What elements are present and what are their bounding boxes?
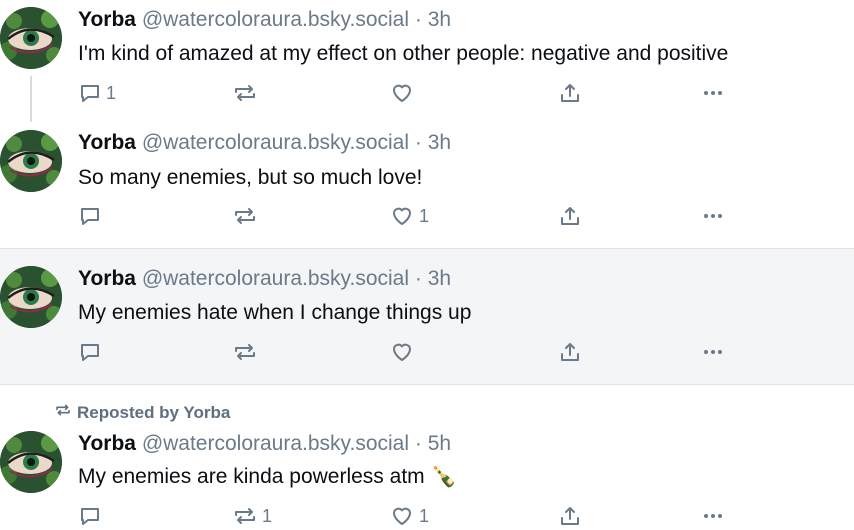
repost-label: Reposted by Yorba	[77, 402, 231, 422]
like-count: 1	[419, 505, 430, 526]
more-options-button[interactable]	[700, 338, 726, 366]
more-options-button[interactable]	[700, 79, 726, 107]
share-button[interactable]	[558, 79, 582, 107]
post-header: Yorba @watercoloraura.bsky.social · 3h	[78, 266, 451, 292]
feed: Yorba @watercoloraura.bsky.social · 3h I…	[0, 0, 854, 526]
share-icon	[558, 504, 582, 528]
share-button[interactable]	[558, 202, 582, 230]
repost-icon	[232, 504, 258, 528]
repost-icon	[232, 204, 258, 228]
repost-indicator[interactable]: Reposted by Yorba	[54, 402, 230, 423]
share-icon	[558, 204, 582, 228]
share-icon	[558, 81, 582, 105]
more-icon	[700, 504, 726, 528]
reply-count: 1	[106, 82, 117, 103]
reply-icon	[78, 204, 102, 228]
avatar[interactable]	[0, 431, 62, 493]
more-icon	[700, 204, 726, 228]
post-text: I'm kind of amazed at my effect on other…	[78, 42, 729, 65]
post-actions	[78, 338, 738, 366]
reply-icon	[78, 81, 102, 105]
more-icon	[700, 340, 726, 364]
heart-icon	[389, 204, 415, 228]
repost-button[interactable]	[232, 202, 262, 230]
post-time[interactable]: 3h	[428, 8, 451, 31]
reply-button[interactable]	[78, 202, 106, 230]
reply-button[interactable]: 1	[78, 79, 116, 107]
post[interactable]: Yorba @watercoloraura.bsky.social · 3h I…	[0, 0, 854, 126]
like-button[interactable]	[389, 79, 419, 107]
separator-dot: ·	[414, 8, 422, 31]
share-button[interactable]	[558, 338, 582, 366]
like-button[interactable]: 1	[389, 202, 429, 230]
reply-button[interactable]	[78, 338, 106, 366]
heart-icon	[389, 504, 415, 528]
post-header: Yorba @watercoloraura.bsky.social · 3h	[78, 130, 451, 156]
repost-count: 1	[262, 505, 273, 526]
repost-icon	[54, 402, 77, 423]
post-time[interactable]: 5h	[428, 432, 451, 455]
author-handle[interactable]: @watercoloraura.bsky.social	[142, 8, 409, 31]
author-name[interactable]: Yorba	[78, 432, 136, 455]
reply-icon	[78, 504, 102, 528]
post-actions: 1	[78, 79, 738, 107]
repost-icon	[232, 340, 258, 364]
avatar[interactable]	[0, 7, 62, 69]
separator-dot: ·	[414, 267, 422, 290]
post[interactable]: Reposted by Yorba Yorba @watercoloraura.…	[0, 385, 854, 526]
repost-icon	[232, 81, 258, 105]
more-options-button[interactable]	[700, 202, 726, 230]
author-name[interactable]: Yorba	[78, 8, 136, 31]
post-time[interactable]: 3h	[428, 267, 451, 290]
reply-icon	[78, 340, 102, 364]
post-actions: 1	[78, 202, 738, 230]
post-header: Yorba @watercoloraura.bsky.social · 3h	[78, 7, 451, 33]
post[interactable]: Yorba @watercoloraura.bsky.social · 3h M…	[0, 249, 854, 384]
heart-icon	[389, 81, 415, 105]
author-handle[interactable]: @watercoloraura.bsky.social	[142, 267, 409, 290]
author-name[interactable]: Yorba	[78, 267, 136, 290]
like-button[interactable]	[389, 338, 419, 366]
avatar[interactable]	[0, 266, 62, 328]
share-icon	[558, 340, 582, 364]
more-icon	[700, 81, 726, 105]
thread-line	[30, 76, 32, 122]
author-name[interactable]: Yorba	[78, 131, 136, 154]
post-text: My enemies are kinda powerless atm 🍾	[78, 465, 457, 488]
author-handle[interactable]: @watercoloraura.bsky.social	[142, 131, 409, 154]
separator-dot: ·	[414, 432, 422, 455]
post-text: So many enemies, but so much love!	[78, 166, 423, 189]
post-header: Yorba @watercoloraura.bsky.social · 5h	[78, 431, 451, 457]
post[interactable]: Yorba @watercoloraura.bsky.social · 3h S…	[0, 126, 854, 248]
author-handle[interactable]: @watercoloraura.bsky.social	[142, 432, 409, 455]
separator-dot: ·	[414, 131, 422, 154]
avatar[interactable]	[0, 130, 62, 192]
heart-icon	[389, 340, 415, 364]
repost-button[interactable]	[232, 338, 262, 366]
post-time[interactable]: 3h	[428, 131, 451, 154]
repost-button[interactable]	[232, 79, 262, 107]
like-count: 1	[419, 205, 430, 226]
post-text: My enemies hate when I change things up	[78, 301, 472, 324]
